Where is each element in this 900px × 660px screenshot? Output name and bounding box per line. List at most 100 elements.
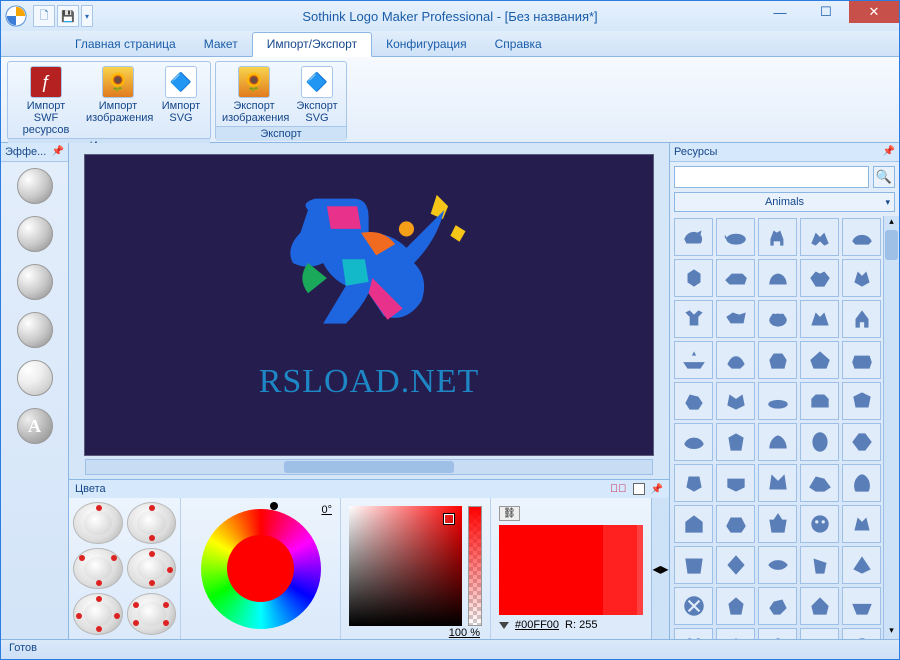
resource-item[interactable] xyxy=(716,464,755,502)
resource-item[interactable] xyxy=(716,628,755,639)
resource-item[interactable] xyxy=(842,628,881,639)
tab-help[interactable]: Справка xyxy=(481,33,556,56)
resource-item[interactable] xyxy=(800,546,839,584)
new-doc-button[interactable]: 🗋 xyxy=(33,5,55,27)
color-wheel[interactable] xyxy=(201,509,321,629)
close-button[interactable]: ✕ xyxy=(849,1,899,23)
swatch-dropdown-icon[interactable] xyxy=(499,622,509,629)
scroll-down-icon[interactable]: ▾ xyxy=(884,625,899,639)
resource-item[interactable] xyxy=(674,505,713,543)
import-image-button[interactable]: 🌻 Импортизображения xyxy=(82,64,154,138)
resource-item[interactable] xyxy=(800,300,839,338)
resource-item[interactable] xyxy=(758,587,797,625)
resource-item[interactable] xyxy=(716,546,755,584)
resource-item[interactable] xyxy=(842,300,881,338)
scheme-knob-6[interactable] xyxy=(127,593,177,635)
save-button[interactable]: 💾 xyxy=(57,5,79,27)
resource-item[interactable] xyxy=(758,628,797,639)
effect-preset-4[interactable] xyxy=(17,312,53,348)
sv-handle[interactable] xyxy=(444,514,454,524)
resource-search-input[interactable] xyxy=(674,166,869,188)
resource-item[interactable] xyxy=(716,423,755,461)
resource-item[interactable] xyxy=(716,218,755,256)
resource-item[interactable] xyxy=(674,423,713,461)
expand-handle-icon[interactable]: ◂▸ xyxy=(651,498,669,639)
swatch-well-icon[interactable] xyxy=(633,483,645,495)
minimize-button[interactable]: — xyxy=(757,1,803,23)
scroll-up-icon[interactable]: ▴ xyxy=(884,216,899,230)
resource-item[interactable] xyxy=(716,300,755,338)
scheme-knob-4[interactable] xyxy=(127,548,177,590)
effect-preset-3[interactable] xyxy=(17,264,53,300)
resource-item[interactable] xyxy=(758,546,797,584)
resource-item[interactable] xyxy=(842,259,881,297)
resource-item[interactable] xyxy=(716,382,755,420)
logo-artwork[interactable] xyxy=(255,173,482,353)
h-scroll-thumb[interactable] xyxy=(284,461,454,473)
resource-item[interactable] xyxy=(800,505,839,543)
app-logo-icon[interactable] xyxy=(1,1,31,31)
resource-item[interactable] xyxy=(674,628,713,639)
resource-item[interactable] xyxy=(674,587,713,625)
resource-item[interactable] xyxy=(716,259,755,297)
import-svg-button[interactable]: 🔷 ИмпортSVG xyxy=(154,64,208,138)
resource-item[interactable] xyxy=(758,423,797,461)
export-image-button[interactable]: 🌻 Экспортизображения xyxy=(218,64,290,126)
alpha-value[interactable]: 100 % xyxy=(449,627,480,639)
resource-item[interactable] xyxy=(800,259,839,297)
resource-item[interactable] xyxy=(716,341,755,379)
search-button[interactable]: 🔍 xyxy=(873,166,895,188)
horizontal-scrollbar[interactable] xyxy=(85,459,653,475)
hue-degree-value[interactable]: 0° xyxy=(321,504,332,516)
resource-item[interactable] xyxy=(842,218,881,256)
resource-item[interactable] xyxy=(842,423,881,461)
eyedropper-icon[interactable]: �⃠ xyxy=(610,483,627,495)
effect-preset-5[interactable] xyxy=(17,360,53,396)
resource-item[interactable] xyxy=(674,464,713,502)
tab-home[interactable]: Главная страница xyxy=(61,33,190,56)
pin-icon[interactable]: 📌 xyxy=(52,146,64,158)
export-svg-button[interactable]: 🔷 ЭкспортSVG xyxy=(290,64,344,126)
resource-item[interactable] xyxy=(674,259,713,297)
resource-item[interactable] xyxy=(842,464,881,502)
scheme-knob-2[interactable] xyxy=(127,502,177,544)
resource-item[interactable] xyxy=(842,505,881,543)
resource-item[interactable] xyxy=(674,341,713,379)
resource-item[interactable] xyxy=(800,218,839,256)
scheme-knob-1[interactable] xyxy=(73,502,123,544)
effect-preset-1[interactable] xyxy=(17,168,53,204)
pin-icon[interactable]: 📌 xyxy=(651,484,663,495)
resource-item[interactable] xyxy=(758,505,797,543)
hex-value[interactable]: #00FF00 xyxy=(515,619,559,631)
resource-item[interactable] xyxy=(674,300,713,338)
resource-item[interactable] xyxy=(842,587,881,625)
resource-item[interactable] xyxy=(758,259,797,297)
resource-item[interactable] xyxy=(758,382,797,420)
resource-item[interactable] xyxy=(758,218,797,256)
resource-item[interactable] xyxy=(716,587,755,625)
resource-item[interactable] xyxy=(758,464,797,502)
tab-layout[interactable]: Макет xyxy=(190,33,252,56)
resource-item[interactable] xyxy=(674,546,713,584)
resource-item[interactable] xyxy=(842,546,881,584)
resource-item[interactable] xyxy=(800,628,839,639)
link-colors-icon[interactable]: ⛓ xyxy=(499,506,520,521)
logo-text[interactable]: RSLOAD.NET xyxy=(85,363,653,401)
resource-item[interactable] xyxy=(758,341,797,379)
canvas-viewport[interactable]: RSLOAD.NET xyxy=(69,143,669,459)
resource-item[interactable] xyxy=(800,587,839,625)
scheme-knob-5[interactable] xyxy=(73,593,123,635)
resource-item[interactable] xyxy=(842,341,881,379)
effect-preset-2[interactable] xyxy=(17,216,53,252)
resource-item[interactable] xyxy=(674,382,713,420)
canvas[interactable]: RSLOAD.NET xyxy=(85,155,653,455)
tab-import-export[interactable]: Импорт/Экспорт xyxy=(252,32,372,57)
effect-text-preset[interactable]: A xyxy=(17,408,53,444)
scheme-knob-3[interactable] xyxy=(73,548,123,590)
resource-item[interactable] xyxy=(800,382,839,420)
import-swf-button[interactable]: ƒ Импорт SWFресурсов xyxy=(10,64,82,138)
alpha-slider[interactable] xyxy=(468,506,482,626)
vertical-scrollbar[interactable]: ▴ ▾ xyxy=(883,216,899,639)
maximize-button[interactable]: ☐ xyxy=(803,1,849,23)
resource-item[interactable] xyxy=(800,464,839,502)
